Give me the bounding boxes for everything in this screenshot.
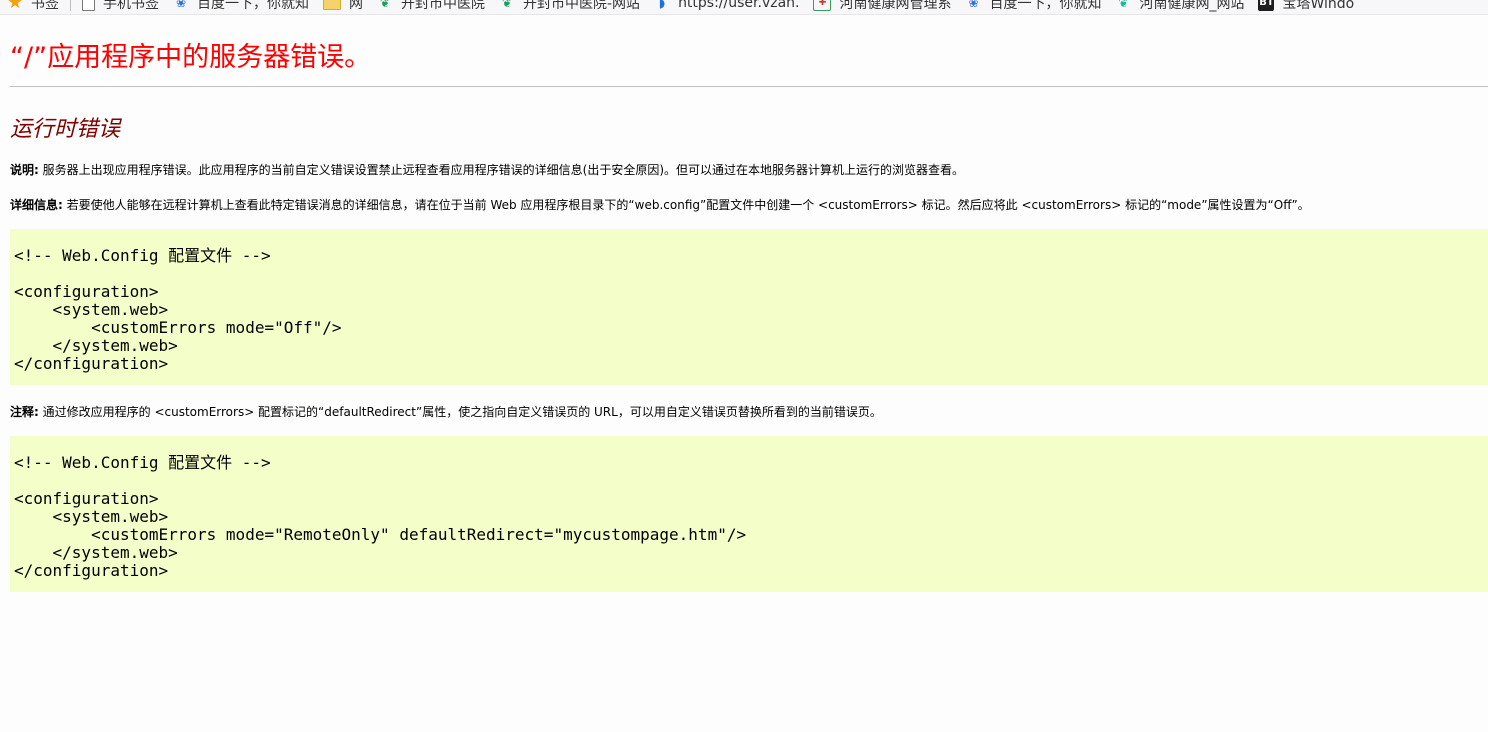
hospital-leaf-icon: ❦ xyxy=(501,0,513,10)
bookmark-folder[interactable]: 网 xyxy=(316,0,370,14)
bookmark-mobile[interactable]: 手机书签 xyxy=(75,0,166,14)
page-title: “/”应用程序中的服务器错误。 xyxy=(10,42,372,73)
bookmark-label: 百度一下，你就知 xyxy=(989,0,1102,12)
bt-icon: BT xyxy=(1258,0,1275,11)
bookmark-hospital[interactable]: ❦ 开封市中医院 xyxy=(370,0,492,14)
description-text: 服务器上出现应用程序错误。此应用程序的当前自定义错误设置禁止远程查看应用程序错误… xyxy=(38,163,964,177)
description-label: 说明: xyxy=(10,163,39,177)
bookmark-baidu-2[interactable]: ❀ 百度一下，你就知 xyxy=(958,0,1108,14)
bookmark-label: 开封市中医院-网站 xyxy=(523,0,641,12)
bookmark-hospital-site[interactable]: ❦ 开封市中医院-网站 xyxy=(492,0,647,14)
bookmark-label: 手机书签 xyxy=(103,0,159,12)
bookmark-henan-site[interactable]: ❦ 河南健康网_网站 xyxy=(1108,0,1251,14)
shield-icon: ✚ xyxy=(813,0,832,11)
code-text: <!-- Web.Config 配置文件 --> <configuration>… xyxy=(14,246,342,373)
bookmark-label: 书签 xyxy=(31,0,59,12)
star-icon: ★ xyxy=(6,0,24,13)
bookmark-bookmarks[interactable]: ★ 书签 xyxy=(0,0,66,14)
notes-text: 通过修改应用程序的 <customErrors> 配置标记的“defaultRe… xyxy=(38,405,882,419)
details-label: 详细信息: xyxy=(10,198,63,212)
error-subtitle: 运行时错误 xyxy=(10,117,121,142)
vzan-icon: ◗ xyxy=(658,0,666,10)
bookmark-separator xyxy=(70,0,71,11)
details-paragraph: 详细信息: 若要使他人能够在远程计算机上查看此特定错误消息的详细信息，请在位于当… xyxy=(10,196,1310,213)
bookmarks-bar: ★ 书签 手机书签 ❀ 百度一下，你就知 网 ❦ 开封市中医院 ❦ 开封市中医院… xyxy=(0,0,1488,15)
bookmark-label: 宝塔Windo xyxy=(1282,0,1355,12)
details-text: 若要使他人能够在远程计算机上查看此特定错误消息的详细信息，请在位于当前 Web … xyxy=(62,198,1310,212)
notes-label: 注释: xyxy=(10,405,39,419)
bookmark-bt[interactable]: BT 宝塔Windo xyxy=(1251,0,1361,14)
folder-icon xyxy=(323,0,341,10)
bookmark-baidu-1[interactable]: ❀ 百度一下，你就知 xyxy=(166,0,316,14)
title-divider xyxy=(10,86,1488,87)
code-text: <!-- Web.Config 配置文件 --> <configuration>… xyxy=(14,453,747,580)
code-block-config-redirect: <!-- Web.Config 配置文件 --> <configuration>… xyxy=(10,436,1488,592)
bookmark-label: 河南健康网_网站 xyxy=(1139,0,1245,12)
baidu-paw-icon: ❀ xyxy=(968,0,979,10)
bookmark-label: 河南健康网管理系 xyxy=(839,0,952,12)
bookmark-vzan[interactable]: ◗ https://user.vzan. xyxy=(647,0,806,14)
bookmark-henan-admin[interactable]: ✚ 河南健康网管理系 xyxy=(806,0,958,14)
bookmark-label: https://user.vzan. xyxy=(678,0,800,11)
page-icon xyxy=(82,0,95,11)
code-block-config-off: <!-- Web.Config 配置文件 --> <configuration>… xyxy=(10,229,1488,385)
notes-paragraph: 注释: 通过修改应用程序的 <customErrors> 配置标记的“defau… xyxy=(10,403,882,420)
bookmark-label: 百度一下，你就知 xyxy=(197,0,309,12)
bookmark-label: 网 xyxy=(349,0,363,12)
baidu-paw-icon: ❀ xyxy=(175,0,187,10)
description-paragraph: 说明: 服务器上出现应用程序错误。此应用程序的当前自定义错误设置禁止远程查看应用… xyxy=(10,161,964,178)
bookmark-label: 开封市中医院 xyxy=(401,0,485,12)
hospital-leaf-icon: ❦ xyxy=(379,0,391,10)
teal-leaf-icon: ❦ xyxy=(1118,0,1129,10)
